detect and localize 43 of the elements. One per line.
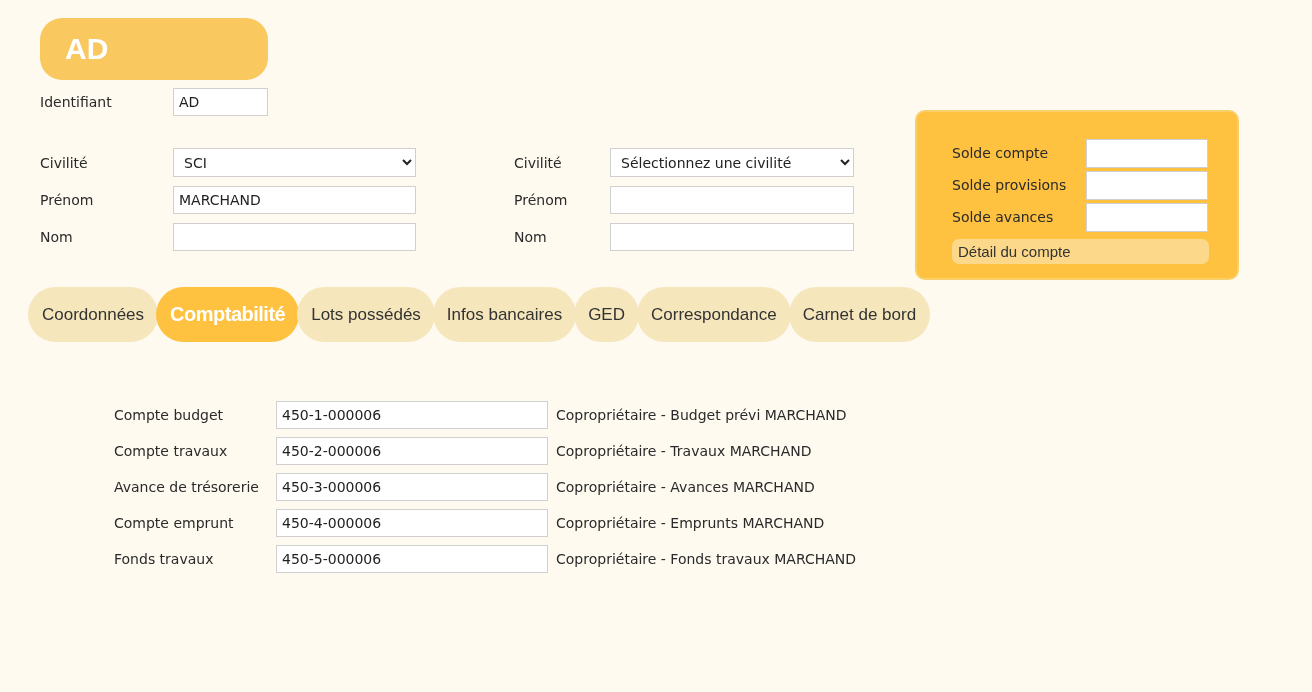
account-label: Fonds travaux xyxy=(114,551,215,567)
account-field[interactable]: 450-5-000006 xyxy=(276,545,548,573)
account-detail-button[interactable]: Détail du compte xyxy=(952,239,1209,264)
header-title: AD xyxy=(40,18,268,80)
balance-label: Solde provisions xyxy=(952,177,1068,193)
civility-select[interactable]: SCI xyxy=(173,148,416,177)
field-label: Prénom xyxy=(514,191,569,208)
field-label: Nom xyxy=(514,228,548,245)
account-description: Copropriétaire - Budget prévi MARCHAND xyxy=(556,407,847,423)
balance-label: Solde avances xyxy=(952,209,1055,225)
field-label: Prénom xyxy=(40,191,95,208)
account-field[interactable]: 450-1-000006 xyxy=(276,401,548,429)
balance-label: Solde compte xyxy=(952,145,1050,161)
account-description: Copropriétaire - Fonds travaux MARCHAND xyxy=(556,551,857,567)
account-description: Copropriétaire - Travaux MARCHAND xyxy=(556,443,812,459)
account-label: Compte travaux xyxy=(114,443,229,459)
tab[interactable]: GED xyxy=(574,287,639,342)
tab[interactable]: Correspondance xyxy=(637,287,791,342)
field-label: Nom xyxy=(40,228,74,245)
tab[interactable]: Carnet de bord xyxy=(788,287,931,342)
identifier-field[interactable]: AD xyxy=(173,88,268,116)
account-label: Compte budget xyxy=(114,407,225,423)
account-description: Copropriétaire - Avances MARCHAND xyxy=(556,479,815,495)
tab[interactable]: Coordonnées xyxy=(28,287,159,342)
text-field[interactable] xyxy=(173,222,416,251)
account-label: Avance de trésorerie xyxy=(114,479,260,495)
account-field[interactable]: 450-4-000006 xyxy=(276,509,548,537)
account-field[interactable]: 450-3-000006 xyxy=(276,473,548,501)
civility-select[interactable]: Sélectionnez une civilité xyxy=(610,148,854,177)
text-field[interactable] xyxy=(610,185,854,214)
text-field[interactable] xyxy=(610,222,854,251)
text-field[interactable]: MARCHAND xyxy=(173,185,416,214)
field-label: Civilité xyxy=(40,154,89,171)
balance-field[interactable] xyxy=(1086,202,1208,232)
balance-field[interactable] xyxy=(1086,170,1208,200)
tab[interactable]: Infos bancaires xyxy=(432,287,577,342)
account-field[interactable]: 450-2-000006 xyxy=(276,437,548,465)
field-label: Civilité xyxy=(514,154,563,171)
balance-field[interactable] xyxy=(1086,138,1208,168)
field-label: Identifiant xyxy=(40,94,113,110)
account-label: Compte emprunt xyxy=(114,515,235,531)
tab[interactable]: Lots possédés xyxy=(297,287,435,342)
account-description: Copropriétaire - Emprunts MARCHAND xyxy=(556,515,825,531)
